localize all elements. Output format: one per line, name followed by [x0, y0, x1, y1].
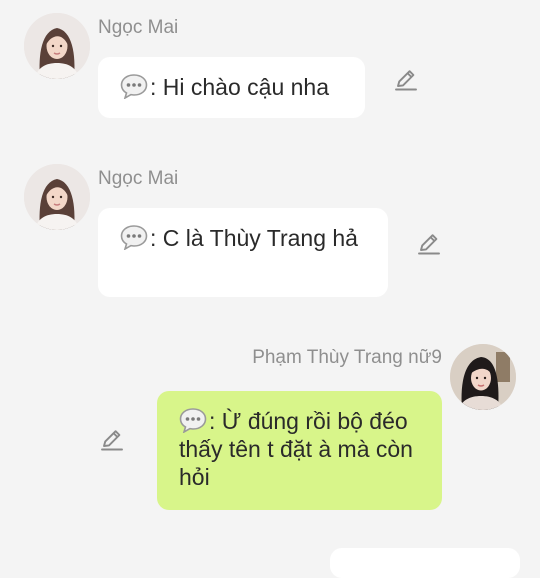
- female-avatar-dark-hair-icon: [450, 344, 516, 410]
- sender-name: Ngọc Mai: [98, 17, 179, 38]
- speech-bubble-icon: [120, 73, 148, 100]
- chat-thread: Ngọc Mai : Hi chào cậu nha Ngọc Mai: C …: [0, 0, 540, 578]
- edit-message-button[interactable]: [99, 427, 125, 453]
- message-text: : Hi chào cậu nha: [150, 74, 330, 100]
- sender-avatar[interactable]: [24, 13, 90, 79]
- speech-bubble-icon: [120, 224, 148, 251]
- speech-bubble-icon: [179, 407, 207, 434]
- message-bubble[interactable]: : C là Thùy Trang hả: [98, 208, 388, 297]
- message-bubble[interactable]: : Ừ đúng rồi bộ đéo thấy tên t đặt à mà …: [157, 391, 442, 510]
- edit-message-button[interactable]: [393, 67, 419, 93]
- sender-name: Ngọc Mai: [98, 168, 179, 189]
- edit-message-button[interactable]: [416, 231, 442, 257]
- pencil-edit-icon: [395, 70, 417, 91]
- sender-name: Phạm Thùy Trang nữ9: [252, 347, 442, 368]
- sender-avatar[interactable]: [24, 164, 90, 230]
- pencil-edit-icon: [418, 234, 440, 255]
- sender-avatar[interactable]: [450, 344, 516, 410]
- message-text: : Ừ đúng rồi bộ đéo thấy tên t đặt à mà …: [179, 408, 413, 490]
- message-bubble-partial: [330, 548, 520, 578]
- message-text: : C là Thùy Trang hả: [150, 225, 358, 251]
- message-bubble[interactable]: : Hi chào cậu nha: [98, 57, 365, 118]
- female-avatar-long-hair-icon: [24, 13, 90, 79]
- female-avatar-long-hair-icon: [24, 164, 90, 230]
- pencil-edit-icon: [101, 430, 123, 451]
